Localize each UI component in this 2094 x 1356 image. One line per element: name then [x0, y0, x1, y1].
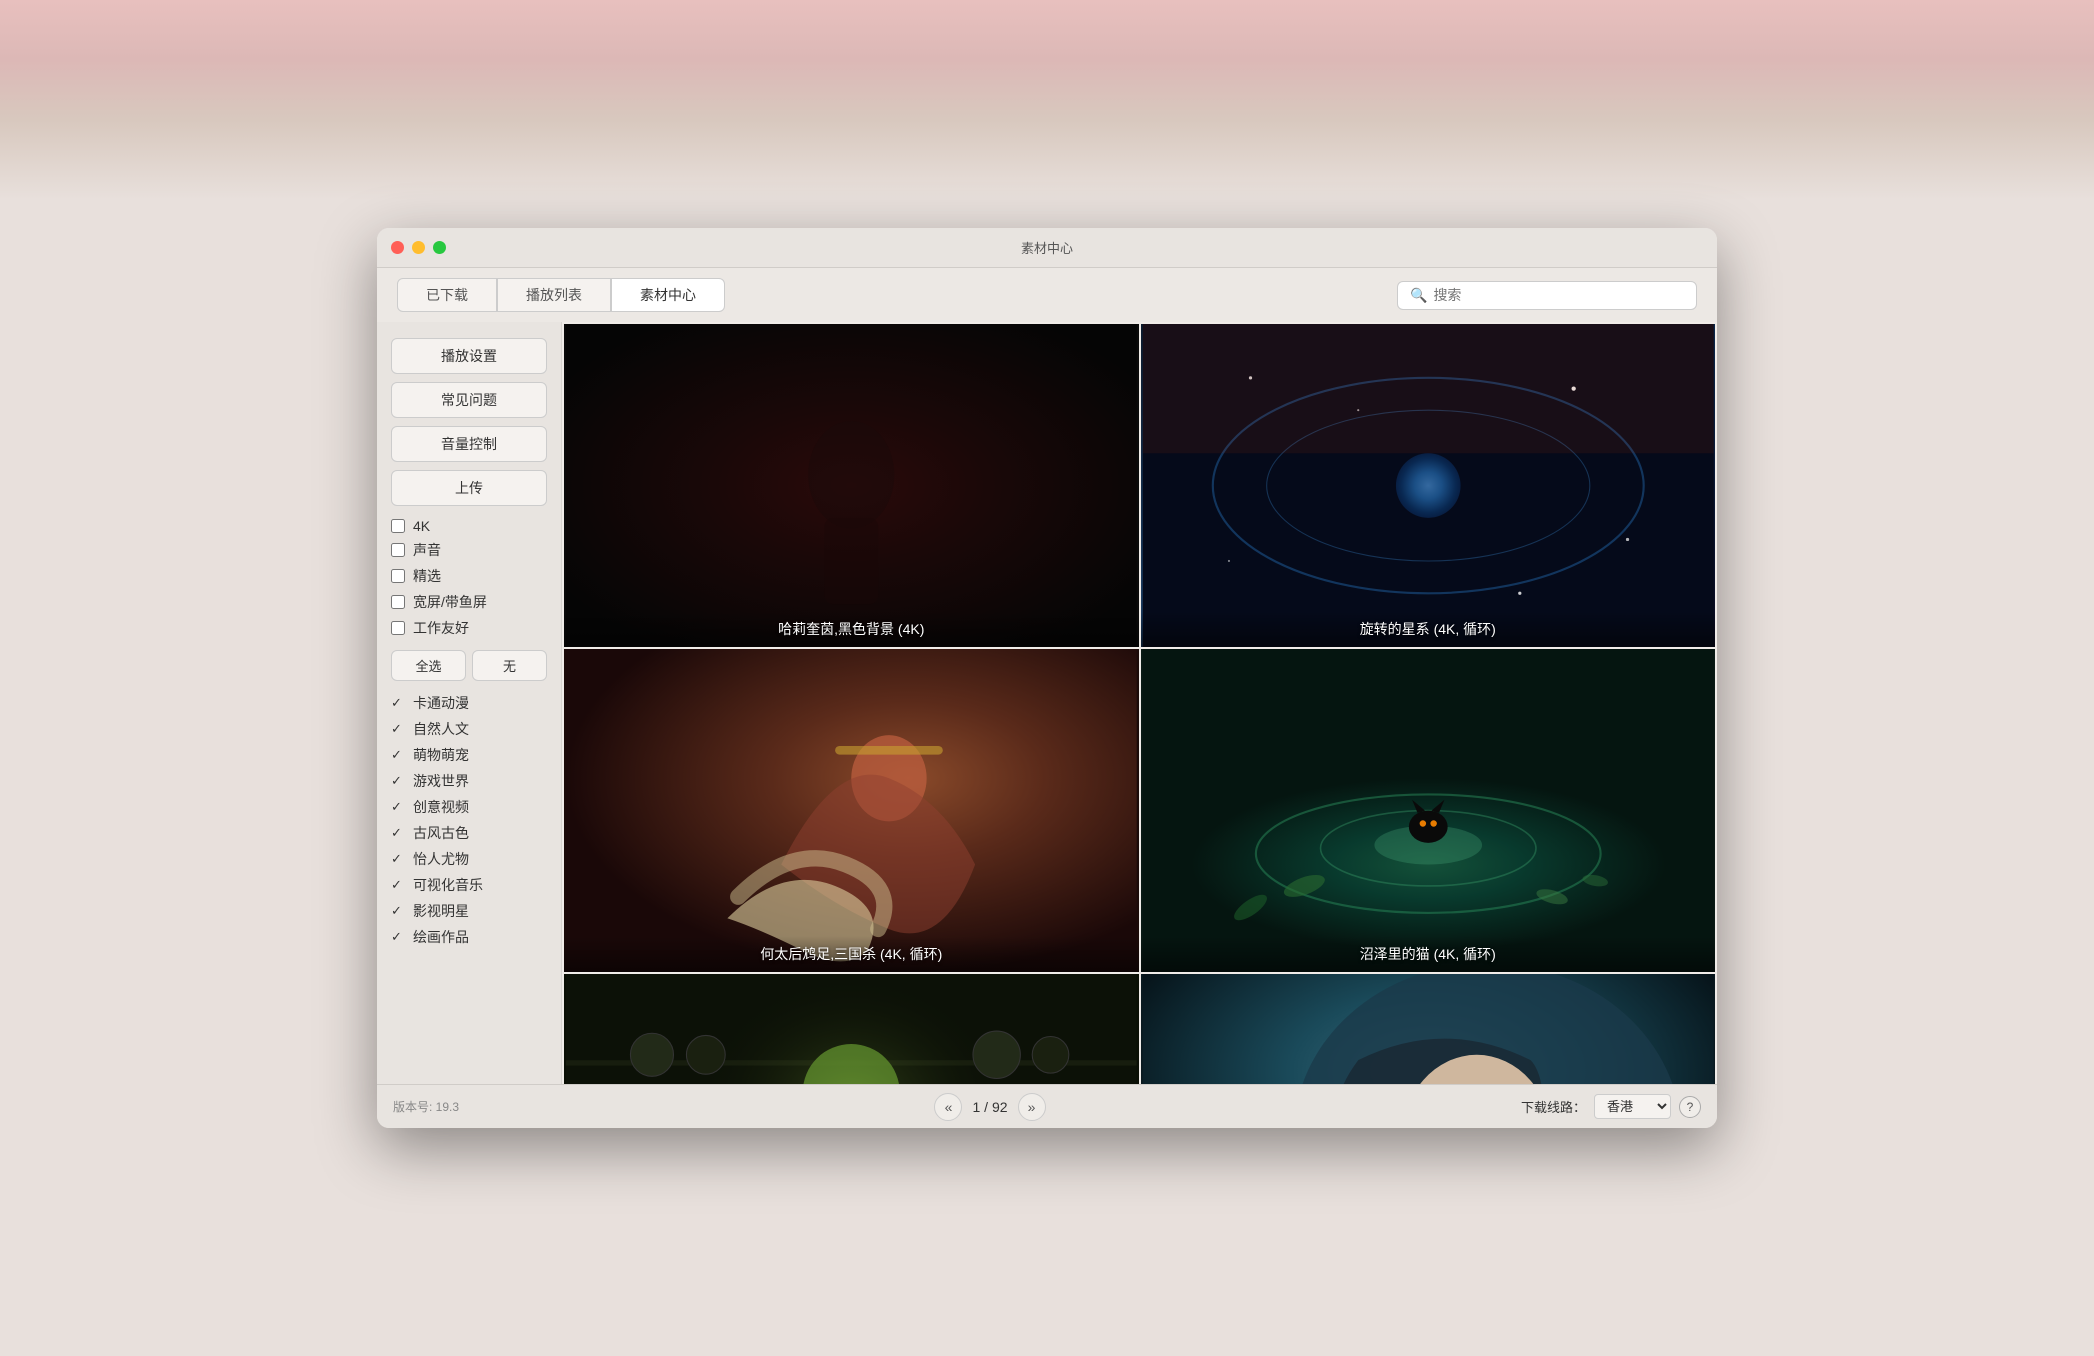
grid-item-4[interactable]: 健身的浩克 (4K, 循环) — [564, 974, 1139, 1084]
filter-featured[interactable]: 精选 — [391, 566, 547, 586]
grid-item-5[interactable]: 蝴蝶和公主 (4K, 循环) — [1141, 974, 1716, 1084]
grid-item-3-label: 沼泽里的猫 (4K, 循环) — [1141, 936, 1716, 972]
grid-item-3[interactable]: 沼泽里的猫 (4K, 循环) — [1141, 649, 1716, 972]
main-window: 素材中心 已下载 播放列表 素材中心 🔍 播放设置 常见问题 音量控制 上传 4… — [377, 228, 1717, 1128]
main-content: 播放设置 常见问题 音量控制 上传 4K 声音 精选 — [377, 322, 1717, 1084]
footer: 版本号: 19.3 « 1 / 92 » 下载线路： 香港 北京 上海 广州 ? — [377, 1084, 1717, 1128]
category-section: ✓ 卡通动漫 ✓ 自然人文 ✓ 萌物萌宠 ✓ 游戏世界 ✓ 创意视频 — [391, 693, 547, 947]
grid-item-3-thumbnail — [1141, 649, 1716, 972]
sidebar: 播放设置 常见问题 音量控制 上传 4K 声音 精选 — [377, 322, 562, 1084]
category-cartoon: ✓ 卡通动漫 — [391, 693, 547, 713]
grid-item-1-label: 旋转的星系 (4K, 循环) — [1141, 611, 1716, 647]
grid-item-0-label: 哈莉奎茵,黑色背景 (4K) — [564, 611, 1139, 647]
next-page-button[interactable]: » — [1018, 1093, 1046, 1121]
filter-widescreen[interactable]: 宽屏/带鱼屏 — [391, 592, 547, 612]
content-area: 哈莉奎茵,黑色背景 (4K) — [562, 322, 1717, 1084]
version-label: 版本号: 19.3 — [393, 1098, 459, 1115]
category-game-world: ✓ 游戏世界 — [391, 771, 547, 791]
grid-item-4-thumbnail — [564, 974, 1139, 1084]
category-cute-pets: ✓ 萌物萌宠 — [391, 745, 547, 765]
category-creative: ✓ 创意视频 — [391, 797, 547, 817]
maximize-button[interactable] — [433, 241, 446, 254]
grid-item-0-thumbnail — [564, 324, 1139, 647]
filter-sound[interactable]: 声音 — [391, 540, 547, 560]
filter-work-friendly[interactable]: 工作友好 — [391, 618, 547, 638]
grid-item-1-thumbnail — [1141, 324, 1716, 647]
tabbar: 已下载 播放列表 素材中心 🔍 — [377, 268, 1717, 322]
search-bar[interactable]: 🔍 — [1397, 281, 1697, 310]
category-ancient: ✓ 古风古色 — [391, 823, 547, 843]
minimize-button[interactable] — [412, 241, 425, 254]
download-region-select[interactable]: 香港 北京 上海 广州 — [1594, 1094, 1671, 1119]
window-title: 素材中心 — [1021, 238, 1073, 257]
search-icon: 🔍 — [1410, 287, 1427, 304]
media-grid: 哈莉奎茵,黑色背景 (4K) — [562, 322, 1717, 1084]
page-separator: / — [984, 1099, 992, 1115]
select-all-button[interactable]: 全选 — [391, 650, 466, 681]
page-info: 1 / 92 — [972, 1099, 1007, 1115]
category-beautiful: ✓ 怡人尤物 — [391, 849, 547, 869]
faq-button[interactable]: 常见问题 — [391, 382, 547, 418]
grid-item-1[interactable]: 旋转的星系 (4K, 循环) — [1141, 324, 1716, 647]
filter-4k[interactable]: 4K — [391, 518, 547, 534]
grid-item-0[interactable]: 哈莉奎茵,黑色背景 (4K) — [564, 324, 1139, 647]
search-input[interactable] — [1433, 287, 1684, 303]
tab-downloaded[interactable]: 已下载 — [397, 278, 497, 312]
tab-group: 已下载 播放列表 素材中心 — [397, 278, 725, 312]
help-button[interactable]: ? — [1679, 1096, 1701, 1118]
filter-section: 4K 声音 精选 宽屏/带鱼屏 工作友好 — [391, 518, 547, 638]
total-pages: 92 — [992, 1099, 1008, 1115]
category-nature: ✓ 自然人文 — [391, 719, 547, 739]
pagination: « 1 / 92 » — [934, 1093, 1045, 1121]
prev-page-button[interactable]: « — [934, 1093, 962, 1121]
download-label: 下载线路： — [1521, 1097, 1586, 1116]
close-button[interactable] — [391, 241, 404, 254]
category-paintings: ✓ 绘画作品 — [391, 927, 547, 947]
current-page: 1 — [972, 1099, 980, 1115]
grid-item-5-thumbnail — [1141, 974, 1716, 1084]
upload-button[interactable]: 上传 — [391, 470, 547, 506]
volume-control-button[interactable]: 音量控制 — [391, 426, 547, 462]
select-none-button[interactable]: 无 — [472, 650, 547, 681]
grid-item-2-label: 何太后鸩足,三国杀 (4K, 循环) — [564, 936, 1139, 972]
tab-playlist[interactable]: 播放列表 — [497, 278, 611, 312]
download-section: 下载线路： 香港 北京 上海 广州 ? — [1521, 1094, 1701, 1119]
grid-item-2[interactable]: 何太后鸩足,三国杀 (4K, 循环) — [564, 649, 1139, 972]
filter-actions: 全选 无 — [391, 650, 547, 681]
grid-item-2-thumbnail — [564, 649, 1139, 972]
category-celebrities: ✓ 影视明星 — [391, 901, 547, 921]
tab-media-center[interactable]: 素材中心 — [611, 278, 725, 312]
category-visual-music: ✓ 可视化音乐 — [391, 875, 547, 895]
window-controls — [391, 241, 446, 254]
playback-settings-button[interactable]: 播放设置 — [391, 338, 547, 374]
titlebar: 素材中心 — [377, 228, 1717, 268]
